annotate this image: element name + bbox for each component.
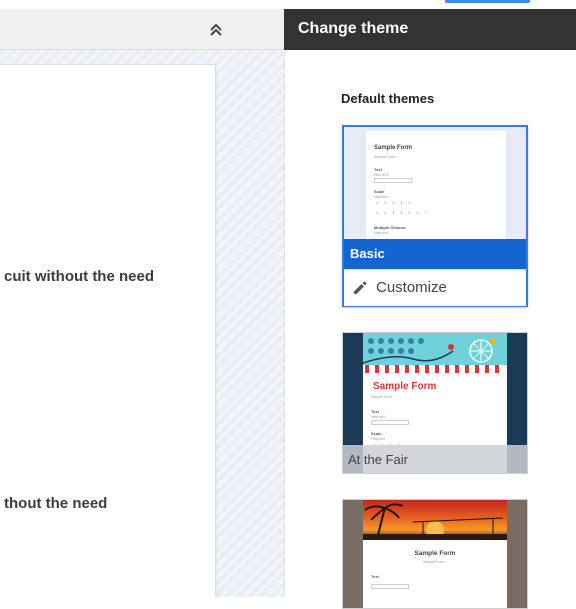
send-button-edge[interactable] xyxy=(445,0,530,3)
pencil-icon xyxy=(354,281,367,294)
theme-name-banner: Basic xyxy=(344,239,526,269)
panel-title: Change theme xyxy=(298,20,409,37)
theme-preview: Sample Form Sample Form... Text Help tex… xyxy=(344,127,526,239)
theme-card-basic[interactable]: Sample Form Sample Form... Text Help tex… xyxy=(342,125,528,307)
editor-toolbar xyxy=(0,9,284,50)
preview-subtitle: Sample Form... xyxy=(374,155,398,159)
customize-label: Customize xyxy=(376,279,447,296)
preview-scale: 1 2 3 4 5 6 7 xyxy=(376,211,430,215)
preview-subtitle: Sample Form... xyxy=(371,395,395,399)
preview-field-label: Text xyxy=(371,409,379,414)
preview-form: Sample Form Sample Form... Text Help tex… xyxy=(366,131,506,239)
preview-text-box xyxy=(371,420,409,425)
preview-help: Help text xyxy=(371,415,385,419)
preview-text-box xyxy=(374,178,412,183)
sunset-header-image xyxy=(363,500,507,540)
preview-field-label: Text xyxy=(371,574,379,579)
preview-field-label: Scale xyxy=(374,189,385,194)
preview-title: Sample Form xyxy=(414,550,456,557)
fair-illustration xyxy=(363,333,507,373)
preview-help: Help text xyxy=(371,437,385,441)
panel-top-strip xyxy=(284,0,576,9)
top-strip xyxy=(0,0,284,9)
preview-subtitle: Sample Form... xyxy=(423,560,447,564)
form-card xyxy=(0,64,216,597)
fair-header-image xyxy=(363,333,507,373)
preview-help: Help text xyxy=(374,231,388,235)
question-text-fragment: cuit without the need xyxy=(4,268,154,285)
form-editor-area: cuit without the need thout the need xyxy=(0,0,284,597)
theme-card-at-the-fair[interactable]: Sample Form Sample Form... Text Help tex… xyxy=(342,332,528,474)
customize-button[interactable]: Customize xyxy=(344,269,526,306)
preview-scale: 1 2 3 4 5 xyxy=(376,201,414,205)
preview-field-label: Scale xyxy=(371,431,382,436)
palm-sunset-illustration xyxy=(363,503,507,540)
preview-field-label: Text xyxy=(374,167,382,172)
preview-title: Sample Form xyxy=(373,381,437,392)
theme-card-sunset[interactable]: Sample Form Sample Form... Text xyxy=(342,499,528,609)
section-label: Default themes xyxy=(341,91,435,106)
preview-title: Sample Form xyxy=(374,145,413,151)
question-text-fragment: thout the need xyxy=(4,495,108,512)
theme-name-banner: At the Fair xyxy=(343,445,527,473)
preview-form: Sample Form Sample Form... Text xyxy=(363,540,507,608)
preview-field-label: Multiple Choices xyxy=(374,225,406,230)
preview-help: Help text xyxy=(374,173,388,177)
preview-text-box xyxy=(371,584,409,589)
collapse-button[interactable] xyxy=(205,19,227,41)
theme-name: At the Fair xyxy=(348,452,408,467)
preview-help: Help text xyxy=(374,195,388,199)
chevron-double-up-icon xyxy=(210,23,222,36)
theme-panel-header: Change theme xyxy=(284,9,576,50)
theme-name: Basic xyxy=(350,246,385,261)
